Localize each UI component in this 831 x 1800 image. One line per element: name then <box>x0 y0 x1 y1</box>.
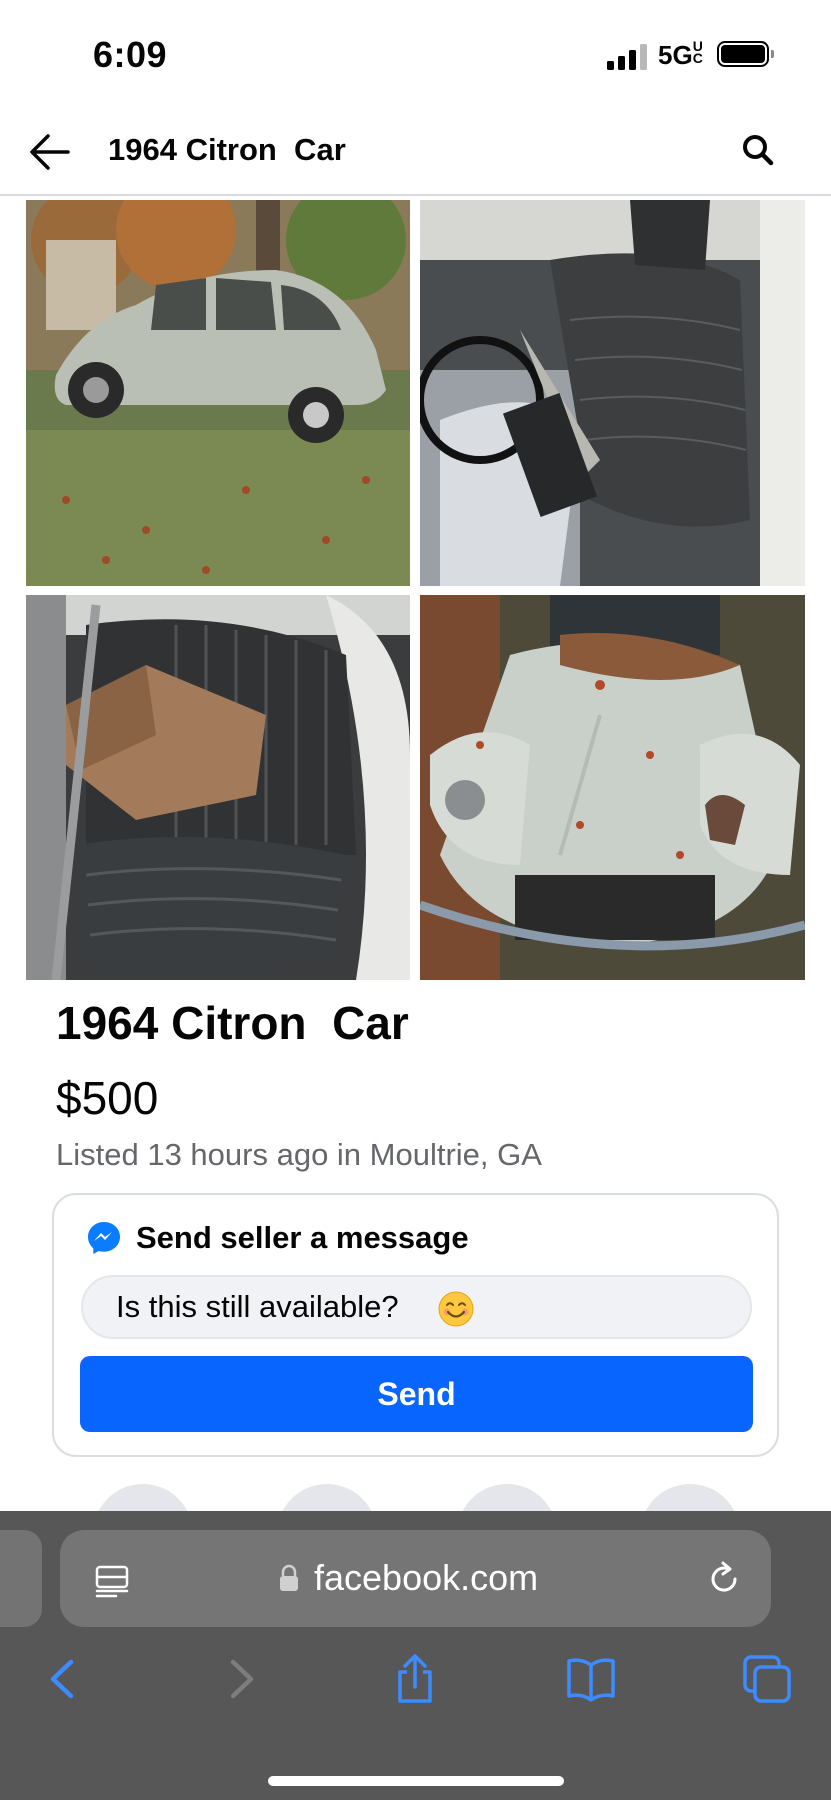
send-button[interactable]: Send <box>80 1356 753 1432</box>
previous-tab-peek[interactable] <box>0 1530 42 1627</box>
listing-photo-2[interactable] <box>420 200 805 586</box>
listing-photo-1[interactable] <box>26 200 410 586</box>
search-icon[interactable] <box>738 130 778 170</box>
battery-icon <box>717 41 774 67</box>
header: 1964 Citron Car <box>0 110 831 196</box>
browser-toolbar: facebook.com <box>0 1511 831 1800</box>
lock-icon <box>280 1564 298 1591</box>
tabs-icon[interactable] <box>742 1654 792 1704</box>
listing-photo-4[interactable] <box>420 595 805 980</box>
home-indicator <box>268 1776 564 1786</box>
reader-mode-icon[interactable] <box>94 1562 130 1598</box>
bookmarks-icon[interactable] <box>566 1654 616 1704</box>
cellular-signal-icon <box>607 44 649 70</box>
url-text: facebook.com <box>314 1557 539 1598</box>
network-type: 5GU C <box>658 38 703 70</box>
arrow-left-icon[interactable] <box>26 127 76 177</box>
reload-icon[interactable] <box>705 1560 743 1598</box>
listing-photo-3[interactable] <box>26 595 410 980</box>
address-bar[interactable]: facebook.com <box>60 1530 771 1627</box>
forward-icon[interactable] <box>216 1654 266 1704</box>
listing-title: 1964 Citron Car <box>56 997 409 1049</box>
messenger-icon <box>88 1222 120 1254</box>
status-bar: 6:09 5GU C <box>0 0 831 110</box>
listing-location-time: Listed 13 hours ago in Moultrie, GA <box>56 1137 542 1172</box>
listing-price: $500 <box>56 1072 159 1124</box>
status-time: 6:09 <box>93 34 168 75</box>
message-card-title: Send seller a message <box>136 1220 469 1255</box>
message-input[interactable] <box>81 1275 752 1339</box>
send-message-card: Send seller a message Send <box>52 1193 779 1457</box>
page-title: 1964 Citron Car <box>108 132 346 167</box>
smiling-face-emoji <box>438 1291 474 1327</box>
back-icon[interactable] <box>38 1654 88 1704</box>
share-icon[interactable] <box>390 1654 440 1704</box>
